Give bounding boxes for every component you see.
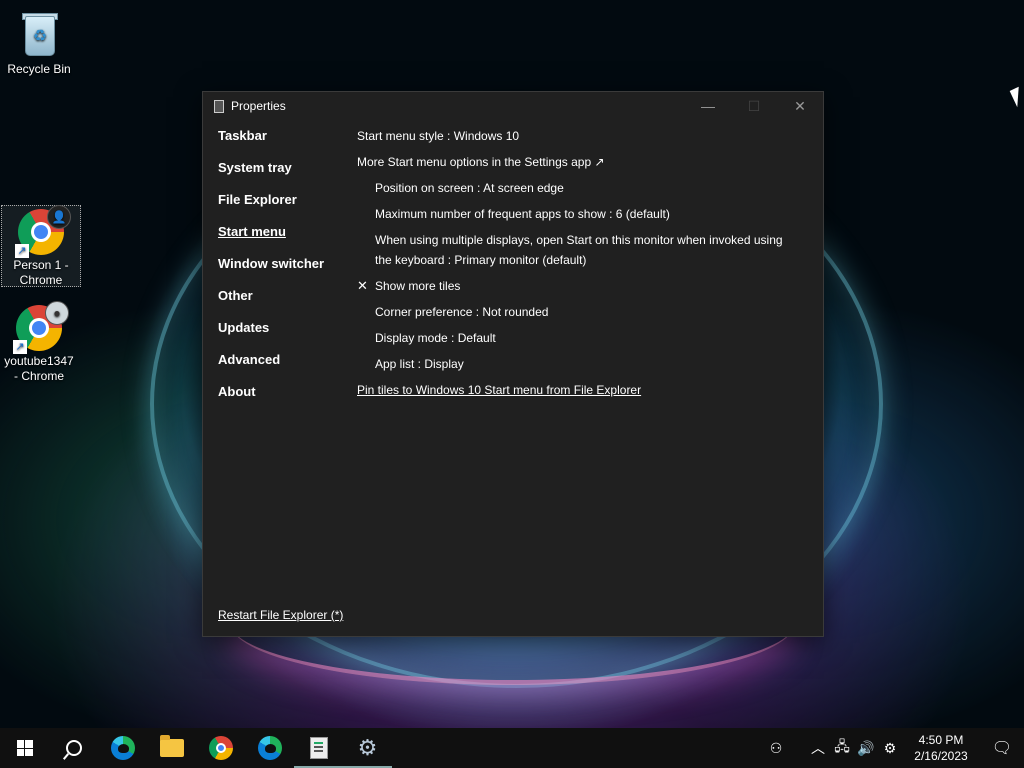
sidebar-item-window-switcher[interactable]: Window switcher [218, 256, 348, 288]
restart-explorer-link[interactable]: Restart File Explorer (*) [218, 608, 343, 622]
position-on-screen-option[interactable]: Position on screen : At screen edge [357, 178, 797, 198]
time-text: 4:50 PM [918, 733, 964, 747]
max-frequent-apps-option[interactable]: Maximum number of frequent apps to show … [357, 204, 797, 224]
shortcut-arrow-icon: ↗ [15, 244, 29, 258]
taskbar-chrome[interactable] [196, 728, 245, 768]
show-more-tiles-toggle[interactable]: ✕ Show more tiles [357, 276, 797, 296]
folder-icon [159, 735, 184, 757]
taskbar: ⚙ ⚇ ︿ 🖧 🔊 ⚙ 4:50 PM 2/16/2023 🗨 [0, 728, 1024, 768]
chrome-icon [208, 736, 233, 760]
search-button[interactable] [49, 728, 98, 768]
volume-icon[interactable]: 🔊 [854, 740, 878, 757]
settings-gear-icon: ⚙ [357, 735, 378, 760]
window-title: Properties [231, 99, 286, 113]
system-tray: ⚇ ︿ 🖧 🔊 ⚙ 4:50 PM 2/16/2023 🗨 [764, 728, 1024, 768]
sidebar-item-start-menu[interactable]: Start menu [218, 224, 348, 256]
corner-preference-option[interactable]: Corner preference : Not rounded [357, 302, 797, 322]
sidebar-item-advanced[interactable]: Advanced [218, 352, 348, 384]
sidebar-item-taskbar[interactable]: Taskbar [218, 128, 348, 160]
desktop-icon-person1-chrome[interactable]: 👤 ↗ Person 1 - Chrome [1, 205, 81, 287]
sidebar-item-file-explorer[interactable]: File Explorer [218, 192, 348, 224]
taskbar-edge[interactable] [98, 728, 147, 768]
sidebar-item-other[interactable]: Other [218, 288, 348, 320]
desktop-icon-label: Recycle Bin [7, 62, 71, 76]
minimize-button[interactable]: — [685, 92, 731, 120]
notification-icon[interactable]: 🗨 [980, 738, 1024, 758]
desktop-icon-label: Person 1 - Chrome [13, 258, 69, 287]
shortcut-arrow-icon: ↗ [13, 340, 27, 354]
multi-display-option[interactable]: When using multiple displays, open Start… [357, 230, 797, 270]
pin-tiles-link[interactable]: Pin tiles to Windows 10 Start menu from … [357, 380, 797, 400]
show-more-tiles-label: Show more tiles [375, 279, 461, 293]
network-icon[interactable]: 🖧 [830, 736, 854, 760]
start-menu-style-option[interactable]: Start menu style : Windows 10 [357, 126, 797, 146]
person-icon: 👤 [47, 205, 71, 229]
clock[interactable]: 4:50 PM 2/16/2023 [902, 732, 980, 764]
start-button[interactable] [0, 728, 49, 768]
taskbar-properties[interactable] [294, 728, 343, 768]
sidebar-item-system-tray[interactable]: System tray [218, 160, 348, 192]
properties-window: Properties — ☐ ✕ Taskbar System tray Fil… [202, 91, 824, 637]
display-mode-option[interactable]: Display mode : Default [357, 328, 797, 348]
close-button[interactable]: ✕ [777, 92, 823, 120]
settings-app-link[interactable]: More Start menu options in the Settings … [357, 152, 797, 172]
chrome-icon: 👤 ↗ [15, 205, 71, 258]
taskbar-settings[interactable]: ⚙ [343, 728, 392, 768]
date-text: 2/16/2023 [914, 749, 968, 763]
chrome-icon: ● ↗ [13, 301, 69, 354]
people-icon[interactable]: ⚇ [764, 740, 788, 757]
desktop-icon-label: youtube1347 - Chrome [4, 354, 74, 383]
properties-app-icon [309, 737, 328, 759]
app-list-option[interactable]: App list : Display [357, 354, 797, 374]
edge-beta-icon [257, 736, 282, 760]
settings-gear-icon[interactable]: ⚙ [878, 740, 902, 757]
sidebar-item-updates[interactable]: Updates [218, 320, 348, 352]
sidebar-nav: Taskbar System tray File Explorer Start … [218, 128, 348, 416]
taskbar-file-explorer[interactable] [147, 728, 196, 768]
checkmark-x-icon: ✕ [357, 278, 368, 293]
settings-content: Start menu style : Windows 10 More Start… [357, 126, 797, 406]
desktop-icon-recycle-bin[interactable]: ♻ Recycle Bin [0, 6, 78, 77]
title-bar[interactable]: Properties — ☐ ✕ [203, 92, 823, 120]
taskbar-edge-beta[interactable] [245, 728, 294, 768]
chevron-up-icon[interactable]: ︿ [806, 738, 830, 758]
windows-logo-icon [16, 740, 33, 756]
avatar-icon: ● [45, 301, 69, 325]
app-icon [214, 99, 224, 113]
sidebar-item-about[interactable]: About [218, 384, 348, 416]
mouse-cursor-icon [1009, 86, 1024, 108]
search-icon [65, 740, 82, 756]
desktop-icon-youtube-chrome[interactable]: ● ↗ youtube1347 - Chrome [0, 300, 78, 384]
edge-icon [110, 736, 135, 760]
maximize-button: ☐ [747, 97, 761, 114]
recycle-bin-icon: ♻ [15, 12, 63, 60]
